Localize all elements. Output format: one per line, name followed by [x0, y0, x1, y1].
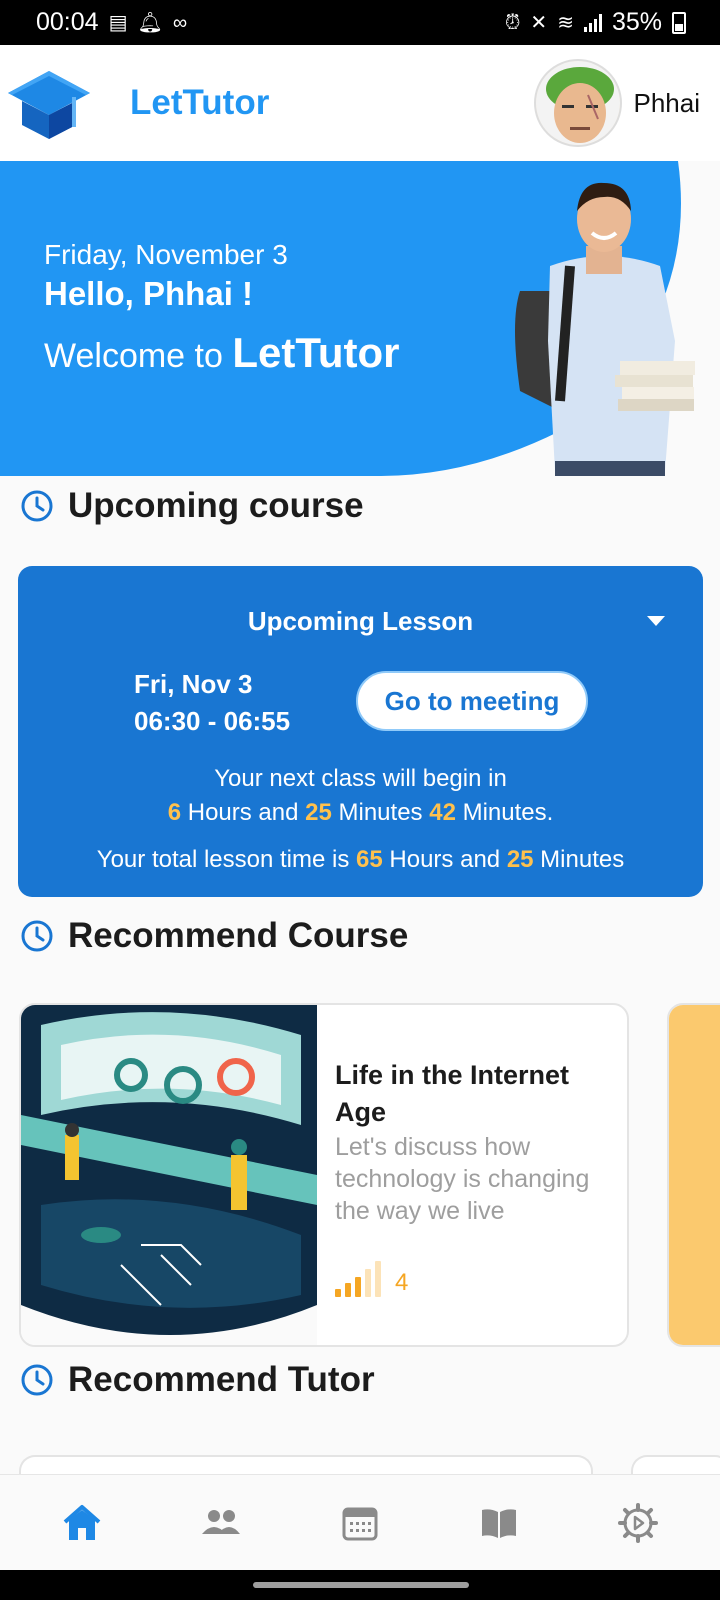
profile[interactable]: Phhai: [533, 59, 701, 147]
countdown-seconds: 42: [429, 799, 456, 826]
total-minutes: 25: [506, 846, 534, 873]
countdown-hours-label: Hours and: [181, 799, 306, 826]
section-upcoming: Upcoming course: [20, 486, 364, 526]
total-minutes-label: Minutes: [533, 846, 625, 873]
banner-date: Friday, November 3: [44, 239, 288, 270]
countdown-minutes-label: Minutes: [331, 799, 430, 826]
clock-icon: [21, 1364, 53, 1396]
course-image: [21, 1005, 317, 1345]
battery-percent: 35%: [611, 8, 662, 36]
clock-icon: [21, 490, 53, 522]
tutors-icon: [201, 1509, 240, 1534]
course-level: 4: [335, 1261, 408, 1297]
app-header: LetTutor Phhai: [0, 45, 720, 161]
status-left: 00:04 ▤ 🔔︎ ∞: [36, 8, 187, 37]
countdown-values: 6 Hours and 25 Minutes 42 Minutes.: [18, 796, 703, 830]
banner-greeting: Hello, Phhai !: [44, 275, 254, 312]
countdown-hours: 6: [167, 799, 182, 826]
chevron-down-icon[interactable]: [647, 616, 665, 626]
nav-settings[interactable]: [608, 1493, 668, 1553]
welcome-brand: LetTutor: [232, 329, 400, 376]
course-image-next: [669, 1005, 720, 1345]
app-title: LetTutor: [130, 83, 270, 122]
nav-schedule[interactable]: [330, 1493, 390, 1553]
section-recommend-tutor: Recommend Tutor: [20, 1360, 375, 1400]
lesson-time: Fri, Nov 3 06:30 - 06:55: [134, 666, 290, 740]
status-bar: 00:04 ▤ 🔔︎ ∞ ⏰︎ ✕ ≋ 35%: [0, 0, 720, 45]
welcome-banner: Friday, November 3 Hello, Phhai ! Welcom…: [0, 161, 720, 476]
settings-icon: [618, 1502, 659, 1543]
level-bars-icon: [335, 1261, 381, 1297]
countdown-seconds-label: Minutes.: [455, 799, 554, 826]
total-prefix: Your total lesson time is: [96, 846, 357, 873]
go-to-meeting-button[interactable]: Go to meeting: [356, 671, 588, 731]
course-card-next[interactable]: [667, 1003, 720, 1347]
schedule-icon: [342, 1507, 378, 1540]
bottom-navigation: [0, 1474, 720, 1570]
student-illustration: [515, 182, 695, 476]
lesson-date: Fri, Nov 3: [134, 669, 253, 699]
avatar[interactable]: [533, 59, 622, 147]
graduation-cap-logo: [8, 71, 90, 139]
bell-icon: 🔔︎: [137, 11, 163, 34]
status-time: 00:04: [36, 8, 99, 36]
home-icon: [63, 1504, 100, 1540]
nav-home[interactable]: [52, 1493, 112, 1553]
upcoming-lesson-card[interactable]: Upcoming Lesson Fri, Nov 3 06:30 - 06:55…: [18, 566, 703, 897]
lesson-time-range: 06:30 - 06:55: [134, 706, 291, 736]
next-class-label: Your next class will begin in: [214, 765, 507, 792]
nav-courses[interactable]: [469, 1493, 529, 1553]
welcome-prefix: Welcome to: [44, 337, 233, 375]
total-hours-label: Hours and: [382, 846, 507, 873]
system-gesture-bar: [0, 1570, 720, 1600]
section-recommend-course-title: Recommend Course: [68, 916, 409, 955]
nav-tutors[interactable]: [191, 1493, 251, 1553]
user-name: Phhai: [633, 87, 701, 118]
banner-welcome: Welcome to LetTutor: [44, 329, 400, 377]
course-level-number: 4: [395, 1269, 409, 1296]
course-description: Let's discuss how technology is changing…: [335, 1133, 590, 1225]
total-lesson-time: Your total lesson time is 65 Hours and 2…: [18, 846, 703, 874]
section-recommend-course: Recommend Course: [20, 916, 408, 956]
link-icon: ∞: [172, 11, 188, 34]
mute-icon: ✕: [530, 11, 548, 34]
next-class-countdown: Your next class will begin in 6 Hours an…: [18, 762, 703, 830]
upcoming-lesson-title: Upcoming Lesson: [247, 606, 474, 636]
course-title: Life in the Internet Age: [335, 1060, 570, 1127]
banner-text: Friday, November 3 Hello, Phhai ! Welcom…: [44, 239, 400, 377]
battery-icon: [672, 11, 686, 34]
brand[interactable]: LetTutor: [6, 63, 269, 143]
avatar-image: [535, 61, 620, 145]
home-gesture-handle[interactable]: [253, 1582, 469, 1588]
status-right: ⏰︎ ✕ ≋ 35%: [505, 8, 686, 37]
course-card[interactable]: Life in the Internet Age Let's discuss h…: [19, 1003, 629, 1347]
alarm-icon: ⏰︎: [504, 11, 521, 34]
section-upcoming-title: Upcoming course: [68, 486, 364, 525]
total-hours: 65: [356, 846, 383, 873]
notification-icon: ▤: [108, 11, 128, 34]
wifi-icon: ≋: [557, 11, 574, 34]
countdown-minutes: 25: [305, 799, 332, 826]
signal-icon: [583, 13, 602, 32]
section-recommend-tutor-title: Recommend Tutor: [68, 1360, 375, 1399]
courses-icon: [482, 1508, 517, 1538]
clock-icon: [21, 920, 53, 952]
